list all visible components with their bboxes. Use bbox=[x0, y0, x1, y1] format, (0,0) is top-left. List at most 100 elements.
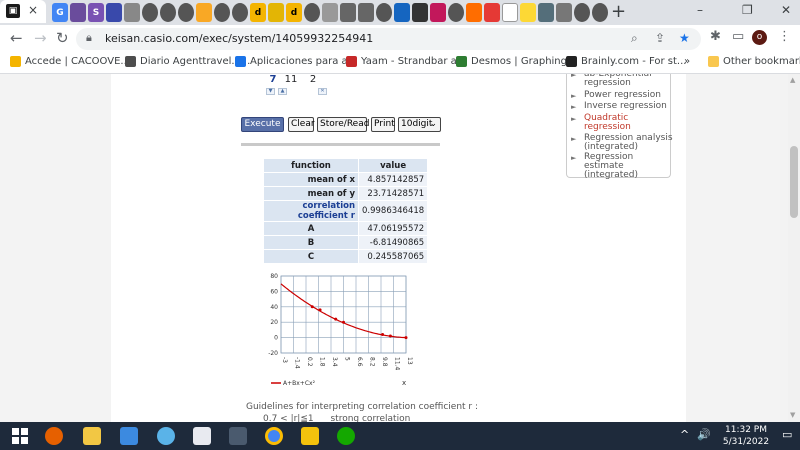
close-tab-icon[interactable]: × bbox=[28, 3, 38, 17]
y-tick-label: 40 bbox=[270, 304, 278, 311]
tab-icon-9[interactable] bbox=[196, 3, 212, 22]
tab-icon-8[interactable] bbox=[178, 3, 194, 22]
notifications-icon[interactable]: ▭ bbox=[782, 428, 792, 441]
tab-icon-26[interactable] bbox=[502, 3, 518, 22]
entry-y-value[interactable]: 2 bbox=[306, 74, 320, 85]
tab-icon-20[interactable] bbox=[394, 3, 410, 22]
url-text[interactable]: keisan.casio.com/exec/system/14059932254… bbox=[105, 32, 373, 45]
tab-icon-29[interactable] bbox=[556, 3, 572, 22]
side-panel-icon[interactable]: ▭ bbox=[732, 29, 744, 44]
scroll-up-arrow-icon[interactable]: ▲ bbox=[790, 76, 795, 84]
file-explorer-icon[interactable] bbox=[83, 427, 101, 445]
tab-icon-12[interactable]: d bbox=[250, 3, 266, 22]
bookmark-item[interactable]: Aplicaciones para a... bbox=[235, 56, 357, 67]
store-read-button[interactable]: Store/Read bbox=[317, 117, 369, 132]
bookmark-item[interactable]: Yaam - Strandbar a... bbox=[346, 56, 466, 67]
bookmark-item[interactable]: Brainly.com - For st... bbox=[566, 56, 686, 67]
chrome-icon[interactable] bbox=[265, 427, 283, 445]
taskbar-clock[interactable]: 11:32 PM 5/31/2022 bbox=[720, 424, 772, 448]
mail-app-icon[interactable] bbox=[120, 427, 138, 445]
new-tab-button[interactable]: + bbox=[611, 1, 626, 22]
tab-icon-24[interactable] bbox=[466, 3, 482, 22]
row-up-arrow-icon[interactable]: ▲ bbox=[278, 88, 287, 95]
bookmark-item[interactable]: Accede | CACOOVE... bbox=[10, 56, 130, 67]
tab-icon-14[interactable]: d bbox=[286, 3, 302, 22]
tab-icon-2[interactable] bbox=[70, 3, 86, 22]
header-value: value bbox=[357, 158, 429, 173]
tab-icon-3[interactable]: S bbox=[88, 3, 104, 22]
tab-icon-23[interactable] bbox=[448, 3, 464, 22]
execute-button[interactable]: Execute bbox=[241, 117, 284, 132]
notes-app-icon[interactable] bbox=[301, 427, 319, 445]
share-icon[interactable]: ⇪ bbox=[655, 31, 665, 45]
digits-select[interactable]: 10digit ⌄ bbox=[398, 117, 441, 132]
edge-icon[interactable] bbox=[157, 427, 175, 445]
bookmark-item[interactable]: Desmos | Graphing... bbox=[456, 56, 577, 67]
tab-icon-13[interactable] bbox=[268, 3, 284, 22]
tab-icon-25[interactable] bbox=[484, 3, 500, 22]
clear-button[interactable]: Clear bbox=[288, 117, 315, 132]
tab-icon-21[interactable] bbox=[412, 3, 428, 22]
tab-icon-6[interactable] bbox=[142, 3, 158, 22]
bookmarks-overflow-button[interactable]: » bbox=[684, 56, 690, 67]
tab-icon-19[interactable] bbox=[376, 3, 392, 22]
guideline-meaning: strong correlation bbox=[330, 414, 411, 422]
google-tab-icon[interactable]: G bbox=[52, 3, 68, 22]
keisan-favicon-icon: ▣ bbox=[6, 4, 20, 18]
upwork-icon[interactable] bbox=[337, 427, 355, 445]
forward-arrow-icon[interactable]: → bbox=[34, 29, 47, 47]
tray-chevron-icon[interactable]: ^ bbox=[680, 428, 689, 441]
active-tab[interactable]: ▣ × bbox=[0, 0, 46, 23]
zoom-search-icon[interactable]: ⌕ bbox=[631, 31, 638, 46]
row-down-arrow-icon[interactable]: ▼ bbox=[266, 88, 275, 95]
tab-icon-7[interactable] bbox=[160, 3, 176, 22]
entry-x-value[interactable]: 11 bbox=[284, 74, 298, 85]
guidelines-heading: Guidelines for interpreting correlation … bbox=[246, 402, 479, 412]
tab-icon-10[interactable] bbox=[214, 3, 230, 22]
profile-avatar[interactable]: o bbox=[752, 30, 767, 45]
minimize-button[interactable]: – bbox=[697, 3, 703, 17]
tab-icon-5[interactable] bbox=[124, 3, 140, 22]
windows-start-icon[interactable] bbox=[11, 427, 29, 445]
tab-icon-27[interactable] bbox=[520, 3, 536, 22]
scroll-thumb[interactable] bbox=[790, 146, 798, 218]
tab-icon-30[interactable] bbox=[574, 3, 590, 22]
bookmark-label: Desmos | Graphing... bbox=[471, 56, 577, 67]
x-tick-label: 1.8 bbox=[319, 357, 326, 367]
scroll-down-arrow-icon[interactable]: ▼ bbox=[790, 411, 795, 419]
table-row: correlation coefficient r 0.9986346418 bbox=[263, 200, 429, 222]
tab-icon-17[interactable] bbox=[340, 3, 356, 22]
bookmark-star-icon[interactable]: ★ bbox=[679, 31, 690, 45]
volume-icon[interactable]: 🔊 bbox=[697, 428, 711, 441]
bookmark-item[interactable]: Diario Agenttravel.e... bbox=[125, 56, 250, 67]
y-tick-label: 60 bbox=[270, 288, 278, 295]
tab-icon-16[interactable] bbox=[322, 3, 338, 22]
tab-icon-28[interactable] bbox=[538, 3, 554, 22]
tab-icon-15[interactable] bbox=[304, 3, 320, 22]
menu-item-label: ab-Exponential regression bbox=[584, 74, 652, 88]
menu-kebab-icon[interactable]: ⋮ bbox=[778, 29, 791, 44]
bookmark-favicon-icon bbox=[456, 56, 467, 67]
calculator-icon[interactable] bbox=[229, 427, 247, 445]
page-scrollbar[interactable]: ▲ ▼ bbox=[788, 74, 800, 422]
tab-icon-31[interactable] bbox=[592, 3, 608, 22]
tab-icon-4[interactable] bbox=[106, 3, 122, 22]
print-button[interactable]: Print bbox=[371, 117, 395, 132]
reload-icon[interactable]: ↻ bbox=[56, 29, 69, 47]
clock-date: 5/31/2022 bbox=[722, 437, 770, 447]
header-function: function bbox=[263, 158, 359, 173]
clock-time: 11:32 PM bbox=[725, 425, 767, 435]
address-bar[interactable]: 🔒︎ keisan.casio.com/exec/system/14059932… bbox=[76, 28, 701, 50]
extensions-icon[interactable]: ✱ bbox=[710, 29, 721, 44]
legend-label: A+Bx+Cx² bbox=[283, 380, 316, 387]
tab-icon-22[interactable] bbox=[430, 3, 446, 22]
office-app-icon[interactable] bbox=[193, 427, 211, 445]
back-arrow-icon[interactable]: ← bbox=[10, 29, 23, 47]
firefox-icon[interactable] bbox=[45, 427, 63, 445]
row-delete-icon[interactable]: ✕ bbox=[318, 88, 327, 95]
tab-icon-11[interactable] bbox=[232, 3, 248, 22]
maximize-button[interactable]: ❐ bbox=[742, 3, 753, 17]
close-window-button[interactable]: ✕ bbox=[781, 3, 791, 17]
other-bookmarks-folder[interactable]: Other bookmarks bbox=[708, 56, 800, 67]
tab-icon-18[interactable] bbox=[358, 3, 374, 22]
